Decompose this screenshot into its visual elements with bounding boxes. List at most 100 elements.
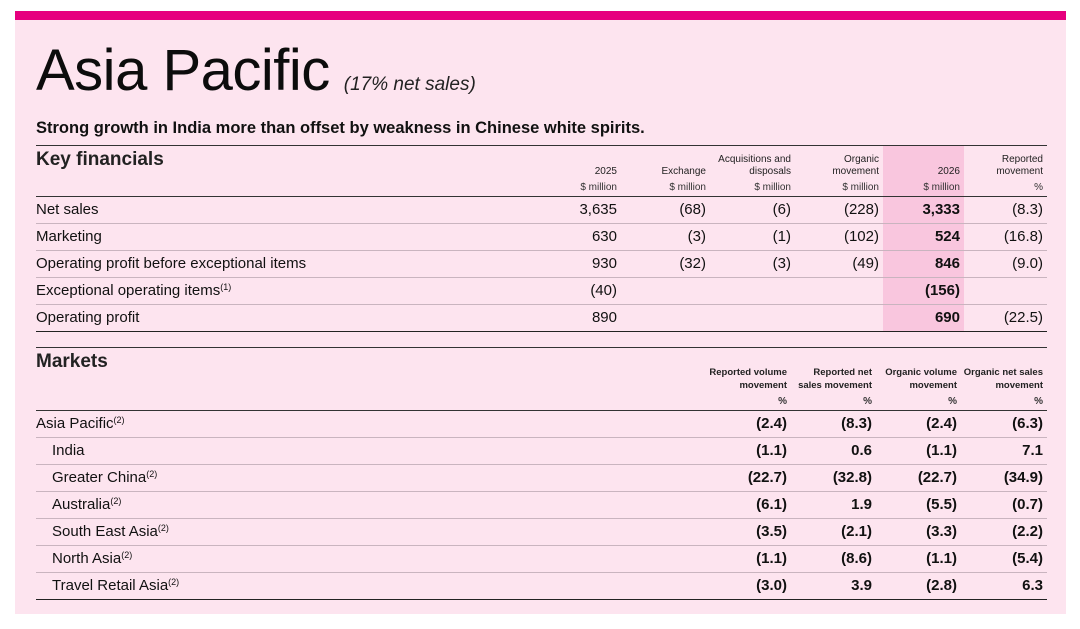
table-cell: 3,333 (883, 196, 964, 224)
table-cell: (22.7) (876, 464, 961, 492)
row-label: Operating profit (36, 304, 532, 332)
table-cell: (32.8) (791, 464, 876, 492)
table-cell: (9.0) (964, 250, 1047, 278)
table-cell: (3) (710, 250, 795, 278)
column-header: Organic movement (795, 145, 883, 178)
table-row: Australia(2) (6.1) 1.9 (5.5) (0.7) (36, 491, 1047, 519)
row-label: Greater China(2) (36, 464, 707, 492)
table-cell: (1) (710, 223, 795, 251)
row-label: Marketing (36, 223, 532, 251)
table-row: South East Asia(2) (3.5) (2.1) (3.3) (2.2) (36, 518, 1047, 546)
column-unit: % (876, 391, 961, 411)
table-cell (964, 277, 1047, 305)
key-financials-heading: Key financials (36, 145, 532, 178)
column-header: 2026 (883, 145, 964, 178)
table-row: North Asia(2) (1.1) (8.6) (1.1) (5.4) (36, 545, 1047, 573)
row-label-text: India (52, 442, 85, 459)
table-cell (795, 304, 883, 332)
row-label-text: Australia (52, 496, 111, 513)
row-label: India (36, 437, 707, 465)
column-unit: $ million (710, 177, 795, 197)
table-cell: 930 (532, 250, 621, 278)
table-cell: (0.7) (961, 491, 1047, 519)
table-cell: 7.1 (961, 437, 1047, 465)
row-label: Exceptional operating items(1) (36, 277, 532, 305)
table-row: Asia Pacific(2) (2.4) (8.3) (2.4) (6.3) (36, 410, 1047, 438)
table-row: Operating profit before exceptional item… (36, 250, 1047, 278)
column-unit: % (964, 177, 1047, 197)
table-cell: 890 (532, 304, 621, 332)
table-row: Travel Retail Asia(2) (3.0) 3.9 (2.8) 6.3 (36, 572, 1047, 600)
table-cell (621, 277, 710, 305)
table-cell: 0.6 (791, 437, 876, 465)
row-label-text: Operating profit (36, 309, 140, 326)
column-header: 2025 (532, 145, 621, 178)
table-cell: (6.1) (707, 491, 791, 519)
table-cell: (8.6) (791, 545, 876, 573)
column-unit: $ million (532, 177, 621, 197)
markets-heading: Markets (36, 347, 707, 392)
table-row: Marketing 630 (3) (1) (102) 524 (16.8) (36, 223, 1047, 251)
row-label-text: Marketing (36, 228, 102, 245)
table-cell: (1.1) (707, 545, 791, 573)
footnote-marker: (2) (146, 469, 158, 479)
title-row: Asia Pacific (17% net sales) (36, 37, 476, 104)
table-cell: (22.7) (707, 464, 791, 492)
row-label: Australia(2) (36, 491, 707, 519)
table-cell: 630 (532, 223, 621, 251)
column-unit: $ million (621, 177, 710, 197)
footnote-marker: (2) (168, 577, 180, 587)
footnote-marker: (1) (220, 282, 232, 292)
column-unit: % (961, 391, 1047, 411)
table-cell: 846 (883, 250, 964, 278)
row-label-text: Operating profit before exceptional item… (36, 255, 307, 272)
table-cell: 3,635 (532, 196, 621, 224)
table-cell: (1.1) (707, 437, 791, 465)
markets-table: Markets Reported volume movement Reporte… (36, 347, 1047, 600)
row-label-text: North Asia (52, 550, 122, 567)
column-unit: % (791, 391, 876, 411)
column-header: Reported volume movement (707, 347, 791, 392)
table-cell: (1.1) (876, 437, 961, 465)
accent-bar (15, 11, 1066, 20)
table-cell: (3.5) (707, 518, 791, 546)
column-unit: % (707, 391, 791, 411)
footnote-marker: (2) (157, 523, 169, 533)
page-subtitle: Strong growth in India more than offset … (36, 119, 645, 137)
row-label: North Asia(2) (36, 545, 707, 573)
table-cell: (32) (621, 250, 710, 278)
column-header: Reported net sales movement (791, 347, 876, 392)
table-cell: (8.3) (791, 410, 876, 438)
table-cell: (5.5) (876, 491, 961, 519)
row-label-text: Net sales (36, 201, 99, 218)
table-cell: (2.8) (876, 572, 961, 600)
report-page: Asia Pacific (17% net sales) Strong growt… (15, 11, 1066, 614)
table-cell: (2.2) (961, 518, 1047, 546)
table-cell: (68) (621, 196, 710, 224)
column-header: Reported movement (964, 145, 1047, 178)
table-cell: (1.1) (876, 545, 961, 573)
footnote-marker: (2) (110, 496, 122, 506)
row-label: Operating profit before exceptional item… (36, 250, 532, 278)
page-title: Asia Pacific (36, 38, 330, 103)
row-label-text: Greater China (52, 469, 147, 486)
table-cell: (5.4) (961, 545, 1047, 573)
table-cell: 1.9 (791, 491, 876, 519)
table-cell (795, 277, 883, 305)
row-label: Travel Retail Asia(2) (36, 572, 707, 600)
table-cell: (49) (795, 250, 883, 278)
table-row: Net sales 3,635 (68) (6) (228) 3,333 (8.3) (36, 196, 1047, 224)
column-header: Exchange (621, 145, 710, 178)
table-row: Greater China(2) (22.7) (32.8) (22.7) (34.9) (36, 464, 1047, 492)
row-label: Net sales (36, 196, 532, 224)
table-row: Exceptional operating items(1) (40) (156) (36, 277, 1047, 305)
column-header: Organic volume movement (876, 347, 961, 392)
table-cell: (228) (795, 196, 883, 224)
table-row: India (1.1) 0.6 (1.1) 7.1 (36, 437, 1047, 465)
table-cell: (3.3) (876, 518, 961, 546)
table-cell: (156) (883, 277, 964, 305)
table-cell (621, 304, 710, 332)
table-cell: 524 (883, 223, 964, 251)
table-row: Operating profit 890 690 (22.5) (36, 304, 1047, 332)
row-label-text: Exceptional operating items (36, 282, 221, 299)
